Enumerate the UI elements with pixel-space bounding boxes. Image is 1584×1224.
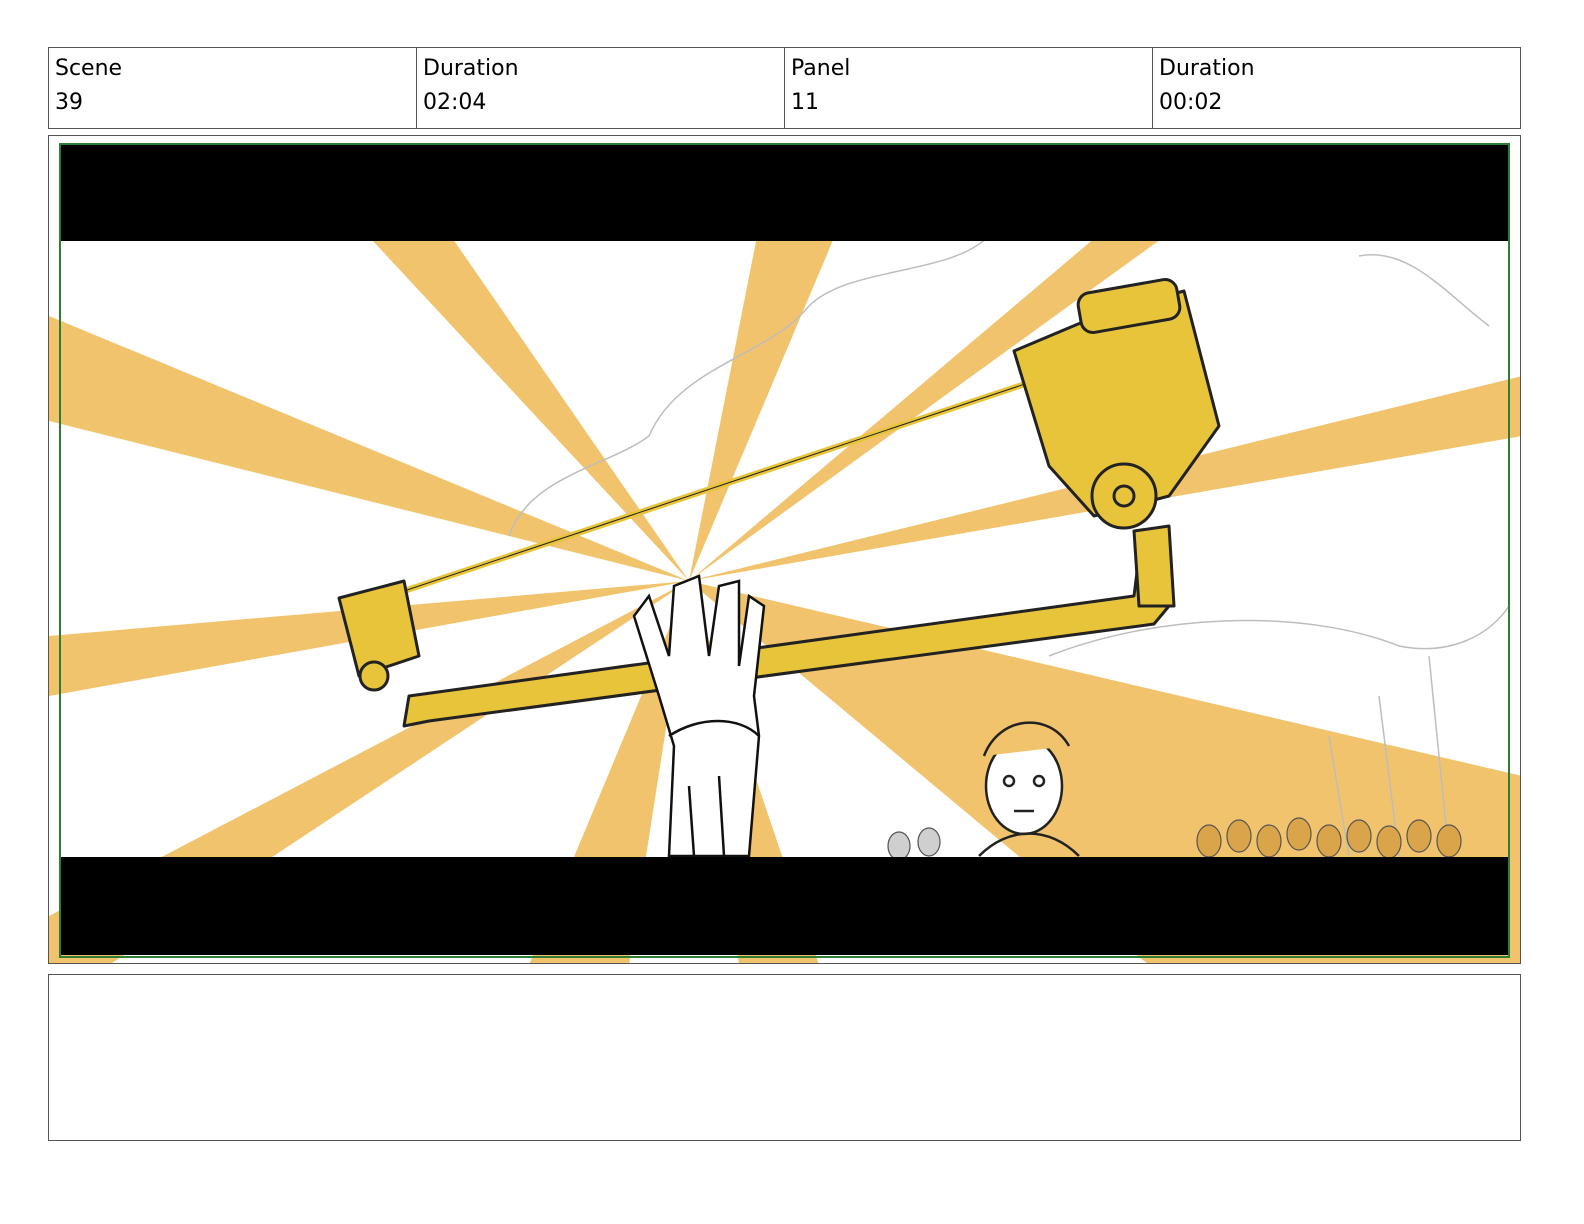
letterbox-top [59, 143, 1509, 241]
storyboard-panel-image [48, 135, 1521, 964]
scene-duration-label: Duration [423, 56, 519, 81]
panel-notes-box[interactable] [48, 974, 1521, 1141]
panel-duration-label: Duration [1159, 56, 1255, 81]
panel-drawing [49, 136, 1520, 963]
letterbox-bottom [59, 857, 1509, 955]
scene-label: Scene [55, 56, 123, 81]
panel-cell: Panel 11 [785, 48, 1153, 128]
panel-duration-cell: Duration 00:02 [1153, 48, 1520, 128]
storyboard-header: Scene 39 Duration 02:04 Panel 11 Duratio… [48, 47, 1521, 129]
scene-cell: Scene 39 [49, 48, 417, 128]
panel-duration-value: 00:02 [1159, 90, 1223, 115]
panel-label: Panel [791, 56, 851, 81]
scene-duration-cell: Duration 02:04 [417, 48, 785, 128]
scene-value: 39 [55, 90, 83, 115]
scene-duration-value: 02:04 [423, 90, 487, 115]
panel-value: 11 [791, 90, 819, 115]
